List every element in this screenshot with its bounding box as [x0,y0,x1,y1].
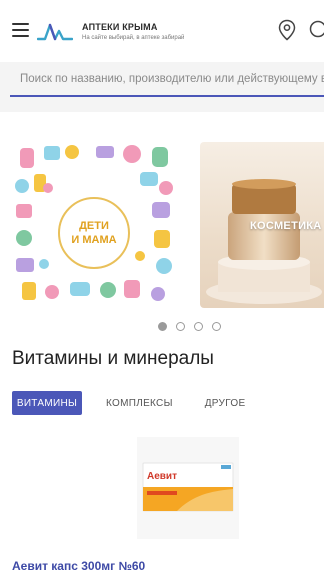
product-image[interactable]: Аевит [137,437,239,539]
product-package-illustration: Аевит [137,437,239,539]
page: АПТЕКИ КРЫМА На сайте выбирай, в аптеке … [0,0,324,576]
tab-other[interactable]: ДРУГОЕ [205,391,246,415]
carousel-dot-4[interactable] [212,322,221,331]
tab-complexes[interactable]: КОМПЛЕКСЫ [106,391,173,415]
location-pin-icon[interactable] [277,19,297,41]
svg-text:Аевит: Аевит [147,471,177,482]
banner-cosmetics[interactable]: КОСМЕТИКА [200,142,324,308]
menu-icon[interactable] [12,23,29,39]
banner-kids-label: ДЕТИ И МАМА [58,197,130,269]
logo-title[interactable]: АПТЕКИ КРЫМА [82,22,158,32]
banner-cosmetics-label: КОСМЕТИКА [250,220,322,232]
banner-kids-and-mom[interactable]: ДЕТИ И МАМА [12,142,177,308]
search-icon[interactable] [308,19,324,41]
carousel-dot-1[interactable] [158,322,167,331]
carousel-dot-3[interactable] [194,322,203,331]
logo-subtitle: На сайте выбирай, в аптеке забирай [82,35,185,41]
category-tabs: ВИТАМИНЫ КОМПЛЕКСЫ ДРУГОЕ [12,391,245,415]
carousel-dots [158,322,221,332]
search-input[interactable] [10,62,324,96]
logo-icon[interactable] [37,19,73,43]
banner-carousel: ДЕТИ И МАМА КОСМЕТИКА [0,142,324,308]
header: АПТЕКИ КРЫМА На сайте выбирай, в аптеке … [0,0,324,62]
carousel-dot-2[interactable] [176,322,185,331]
search-underline [10,95,324,97]
product-name[interactable]: Аевит капс 300мг №60 [12,559,145,573]
tab-vitamins[interactable]: ВИТАМИНЫ [12,391,82,415]
section-title: Витамины и минералы [12,348,214,369]
search-bar [0,62,324,112]
